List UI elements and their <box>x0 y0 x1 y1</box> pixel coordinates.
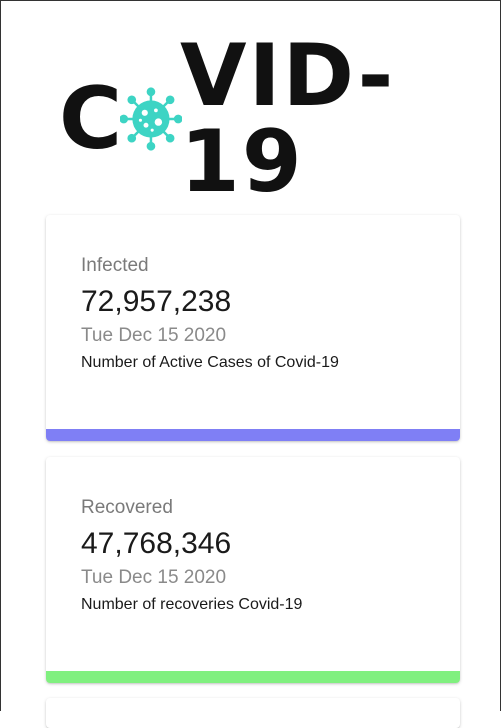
logo-letters-vid19: VID-19 <box>180 26 396 212</box>
card-description: Number of recoveries Covid-19 <box>81 596 303 613</box>
card-description: Number of Active Cases of Covid-19 <box>81 354 339 371</box>
logo-letter-c: C <box>59 69 125 169</box>
virus-icon <box>120 87 183 151</box>
card-title: Recovered <box>81 497 173 518</box>
card-count: 72,957,238 <box>81 285 232 318</box>
covid-logo: C VID-19 <box>59 33 449 205</box>
card-accent-bar <box>46 429 460 441</box>
card-date: Tue Dec 15 2020 <box>81 325 227 346</box>
recovered-card: Recovered 47,768,346 Tue Dec 15 2020 Num… <box>46 457 460 683</box>
card-date: Tue Dec 15 2020 <box>81 567 227 588</box>
app-frame: C VID-19 Infected 72,957,238 Tue Dec 15 … <box>0 0 501 728</box>
infected-card: Infected 72,957,238 Tue Dec 15 2020 Numb… <box>46 215 460 441</box>
card-title: Infected <box>81 255 149 276</box>
next-card-partial <box>46 698 460 728</box>
card-count: 47,768,346 <box>81 527 232 560</box>
card-accent-bar <box>46 671 460 683</box>
